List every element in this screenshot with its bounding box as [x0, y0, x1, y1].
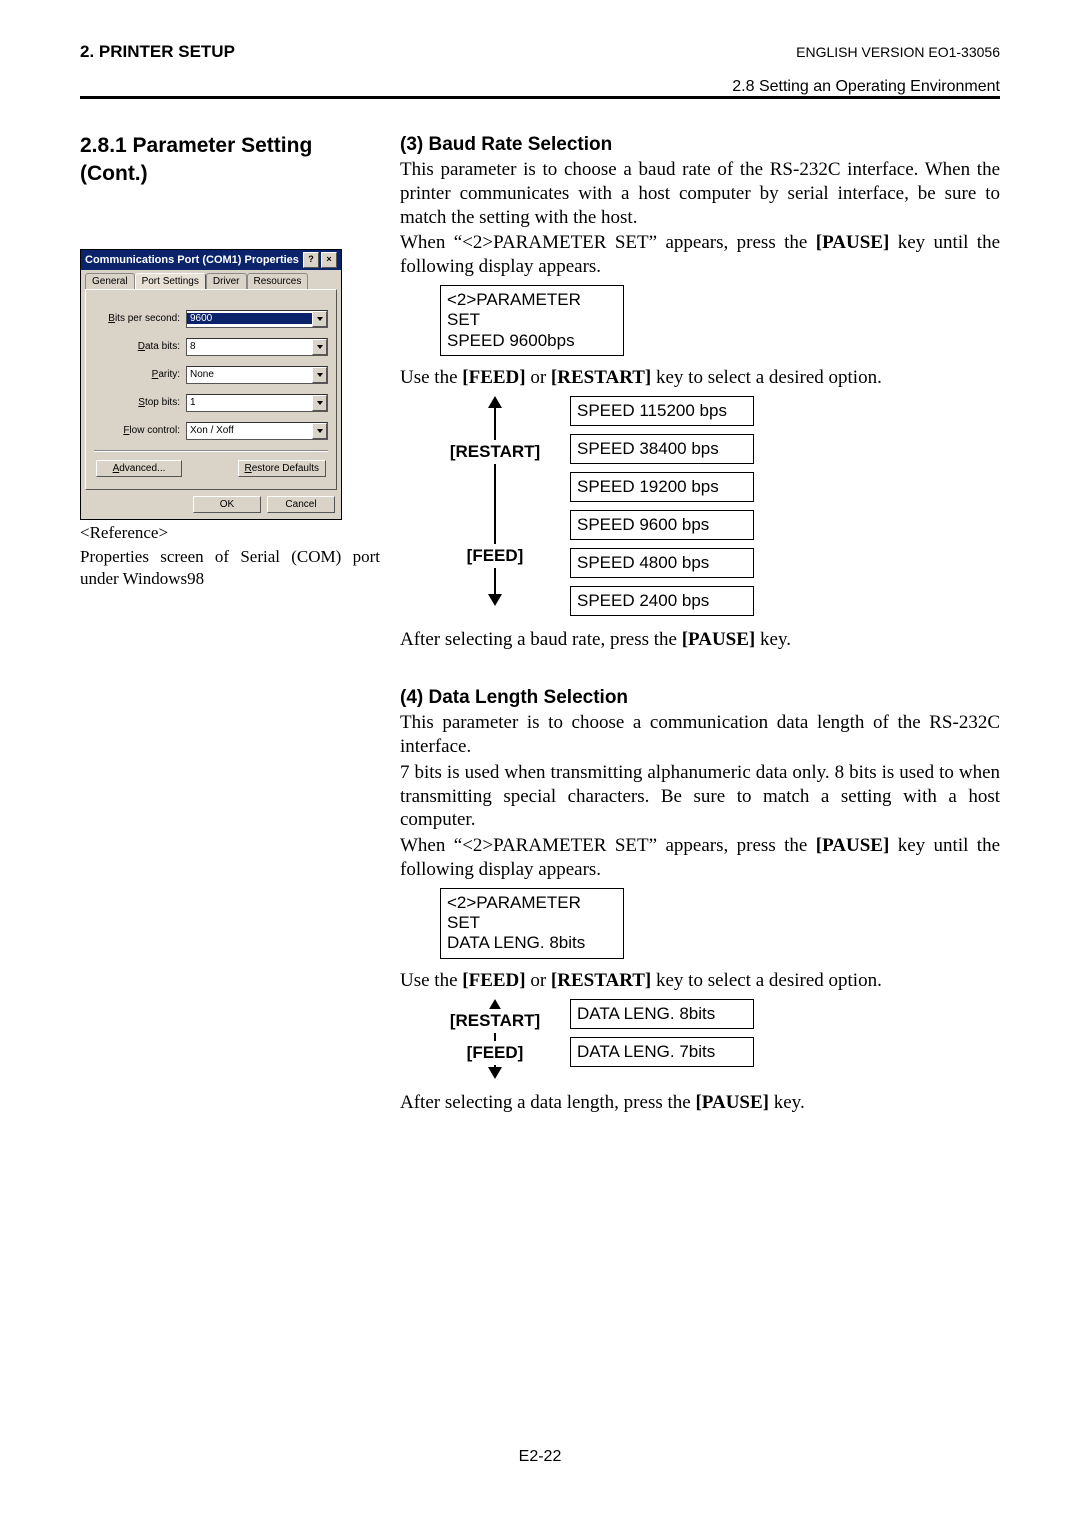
dialog-panel: Bits per second: 9600 Data bits: 8 Parit… [85, 289, 337, 490]
s3-p3: Use the [FEED] or [RESTART] key to selec… [400, 366, 1000, 390]
content: 2.8.1 Parameter Setting (Cont.) Communic… [80, 132, 1000, 1116]
tab-resources[interactable]: Resources [247, 273, 309, 289]
left-column: 2.8.1 Parameter Setting (Cont.) Communic… [80, 132, 380, 1116]
flow-select[interactable]: Xon / Xoff [186, 422, 328, 440]
section-title: 2.8.1 Parameter Setting (Cont.) [80, 132, 380, 189]
chevron-down-icon[interactable] [312, 423, 327, 439]
header-rule [80, 96, 1000, 99]
reference-text: Properties screen of Serial (COM) port u… [80, 546, 380, 590]
databits-label: Data bits: [94, 341, 186, 352]
dataleng-option: DATA LENG. 7bits [570, 1037, 754, 1067]
speed-option: SPEED 38400 bps [570, 434, 754, 464]
tab-driver[interactable]: Driver [206, 273, 247, 289]
s3-p2: When “<2>PARAMETER SET” appears, press t… [400, 231, 1000, 279]
databits-select[interactable]: 8 [186, 338, 328, 356]
s3-title: (3) Baud Rate Selection [400, 134, 1000, 156]
help-icon[interactable]: ? [303, 252, 319, 268]
speed-option: SPEED 2400 bps [570, 586, 754, 616]
header-left: 2. PRINTER SETUP [80, 42, 235, 62]
s4-p2: 7 bits is used when transmitting alphanu… [400, 761, 1000, 832]
dialog-title-bar: Communications Port (COM1) Properties ? … [81, 250, 341, 270]
feed-key-label: [FEED] [440, 1041, 550, 1065]
bps-label: Bits per second: [94, 313, 186, 324]
advanced-button[interactable]: Advanced... [96, 460, 182, 477]
com-properties-dialog: Communications Port (COM1) Properties ? … [80, 249, 342, 520]
restart-key-label: [RESTART] [440, 1009, 550, 1033]
s3-options: [RESTART] [FEED] SPEED 115200 bps SPEED … [440, 396, 1000, 616]
s4-lcd: <2>PARAMETER SET DATA LENG. 8bits [440, 888, 624, 959]
restart-key-label: [RESTART] [440, 440, 550, 464]
right-column: (3) Baud Rate Selection This parameter i… [400, 132, 1000, 1116]
chevron-down-icon[interactable] [312, 395, 327, 411]
bps-select[interactable]: 9600 [186, 310, 328, 328]
lcd-line1: <2>PARAMETER SET [447, 893, 617, 934]
speed-option: SPEED 19200 bps [570, 472, 754, 502]
arrow-down-icon [488, 594, 502, 606]
s4-p3: When “<2>PARAMETER SET” appears, press t… [400, 834, 1000, 882]
flow-label: Flow control: [94, 425, 186, 436]
chevron-down-icon[interactable] [312, 367, 327, 383]
parity-label: Parity: [94, 369, 186, 380]
parity-select[interactable]: None [186, 366, 328, 384]
tab-port-settings[interactable]: Port Settings [135, 273, 206, 289]
header-right: ENGLISH VERSION EO1-33056 [796, 44, 1000, 60]
tab-general[interactable]: General [85, 273, 135, 289]
dialog-title-text: Communications Port (COM1) Properties [85, 254, 299, 266]
speed-option: SPEED 115200 bps [570, 396, 754, 426]
speed-option: SPEED 9600 bps [570, 510, 754, 540]
header-section: 2.8 Setting an Operating Environment [732, 78, 1000, 96]
s4-title: (4) Data Length Selection [400, 687, 1000, 709]
stopbits-label: Stop bits: [94, 397, 186, 408]
stopbits-select[interactable]: 1 [186, 394, 328, 412]
s3-lcd: <2>PARAMETER SET SPEED 9600bps [440, 285, 624, 356]
dialog-tabs: General Port Settings Driver Resources [81, 270, 341, 289]
lcd-line2: DATA LENG. 8bits [447, 933, 617, 953]
reference-heading: <Reference> [80, 522, 380, 544]
separator [94, 450, 328, 452]
page: 2. PRINTER SETUP ENGLISH VERSION EO1-330… [0, 0, 1080, 1528]
restore-defaults-button[interactable]: Restore Defaults [238, 460, 327, 477]
lcd-line2: SPEED 9600bps [447, 331, 617, 351]
ok-button[interactable]: OK [193, 496, 261, 513]
speed-option: SPEED 4800 bps [570, 548, 754, 578]
s4-p4: Use the [FEED] or [RESTART] key to selec… [400, 969, 1000, 993]
s3-p4: After selecting a baud rate, press the [… [400, 628, 1000, 652]
s4-p5: After selecting a data length, press the… [400, 1091, 1000, 1115]
dataleng-option: DATA LENG. 8bits [570, 999, 754, 1029]
close-icon[interactable]: × [321, 252, 337, 268]
arrow-up-icon [488, 396, 502, 408]
s4-p1: This parameter is to choose a communicat… [400, 711, 1000, 759]
chevron-down-icon[interactable] [312, 311, 327, 327]
lcd-line1: <2>PARAMETER SET [447, 290, 617, 331]
page-number: E2-22 [0, 1448, 1080, 1466]
s4-options: [RESTART] [FEED] DATA LENG. 8bits DATA L… [440, 999, 1000, 1079]
cancel-button[interactable]: Cancel [267, 496, 335, 513]
s3-p1: This parameter is to choose a baud rate … [400, 158, 1000, 229]
chevron-down-icon[interactable] [312, 339, 327, 355]
arrow-down-icon [488, 1067, 502, 1079]
feed-key-label: [FEED] [440, 544, 550, 568]
